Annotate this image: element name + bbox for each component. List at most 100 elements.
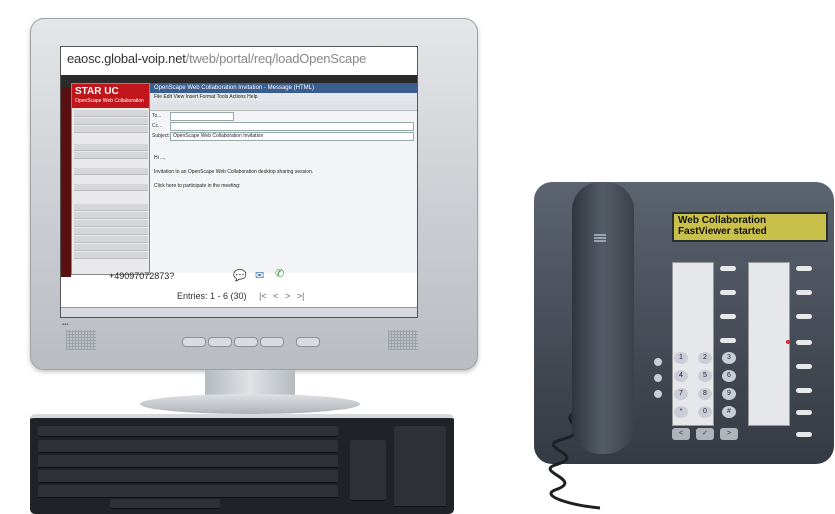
sidebar-row[interactable] <box>74 118 148 125</box>
monitor-logo: ▪▪▪ <box>62 322 69 328</box>
function-key[interactable] <box>796 364 812 369</box>
sidebar-row[interactable] <box>74 252 148 259</box>
sidebar-row[interactable] <box>74 228 148 235</box>
mail-toolbar[interactable] <box>150 101 417 111</box>
keypad-8[interactable]: 8 <box>698 388 712 400</box>
keypad-5[interactable]: 5 <box>698 370 712 382</box>
keypad-0[interactable]: 0 <box>698 406 712 418</box>
bezel-button[interactable] <box>208 337 232 347</box>
next-page-button[interactable]: > <box>285 291 290 301</box>
mail-icon[interactable]: ✉ <box>255 269 264 282</box>
number-key-row[interactable] <box>38 440 338 453</box>
keypad-hash[interactable]: # <box>722 406 736 418</box>
call-icon[interactable]: ✆ <box>275 267 284 280</box>
function-key[interactable] <box>720 266 736 271</box>
phone-display: Web Collaboration FastViewer started <box>672 212 828 242</box>
keypad-star[interactable]: * <box>674 406 688 418</box>
entries-count: Entries: 1 - 6 (30) <box>177 291 247 301</box>
navigation-keys[interactable] <box>350 440 386 501</box>
last-page-button[interactable]: >| <box>297 291 305 301</box>
bezel-button[interactable] <box>234 337 258 347</box>
url-path: /tweb/portal/req/loadOpenScape <box>185 51 367 66</box>
screen: eaosc.global-voip.net/tweb/portal/req/lo… <box>60 46 418 318</box>
volume-key[interactable] <box>654 390 662 398</box>
volume-key[interactable] <box>654 374 662 382</box>
sidebar-row[interactable] <box>74 126 148 133</box>
display-line-1: Web Collaboration <box>678 215 767 226</box>
label-strip-left <box>672 262 714 426</box>
speaker-grille-right <box>388 330 418 350</box>
contact-phone-number[interactable]: +49097072873? <box>109 271 174 281</box>
function-key[interactable] <box>720 338 736 343</box>
sidebar-row[interactable] <box>74 220 148 227</box>
bottom-key-row[interactable] <box>38 485 338 498</box>
qwerty-key-row[interactable] <box>38 455 338 468</box>
mail-greeting: Hi ..., <box>154 155 166 161</box>
function-key-row[interactable] <box>38 426 338 437</box>
numpad[interactable] <box>394 426 446 507</box>
label-strip-right <box>748 262 790 426</box>
function-key[interactable] <box>796 340 812 345</box>
sidebar-row[interactable] <box>74 204 148 211</box>
function-key[interactable] <box>796 314 812 319</box>
subject-label: Subject: <box>152 133 171 139</box>
keypad-1[interactable]: 1 <box>674 352 688 364</box>
keypad-6[interactable]: 6 <box>722 370 736 382</box>
keypad-4[interactable]: 4 <box>674 370 688 382</box>
subject-field[interactable]: OpenScape Web Collaboration Invitation <box>170 132 414 141</box>
sidebar-row[interactable] <box>74 152 148 159</box>
display-line-2: FastViewer started <box>678 226 767 237</box>
home-key-row[interactable] <box>38 470 338 483</box>
keypad-7[interactable]: 7 <box>674 388 688 400</box>
function-key[interactable] <box>796 410 812 415</box>
cc-label[interactable]: Cc... <box>152 123 162 129</box>
power-button[interactable] <box>296 337 320 347</box>
uc-sidebar-header: STAR UC OpenScape Web Collaboration <box>72 84 150 108</box>
nav-ok-button[interactable]: ✓ <box>696 428 714 440</box>
handset-speaker-icon <box>594 234 606 236</box>
function-key[interactable] <box>796 432 812 437</box>
sidebar-row[interactable] <box>74 168 148 175</box>
mail-line-1: Invitation to an OpenScape Web Collabora… <box>154 169 314 175</box>
taskbar[interactable] <box>61 307 417 317</box>
nav-right-button[interactable]: > <box>720 428 738 440</box>
mail-menubar[interactable]: File Edit View Insert Format Tools Actio… <box>150 93 417 101</box>
sidebar-row[interactable] <box>74 212 148 219</box>
mail-title: OpenScape Web Collaboration Invitation -… <box>150 83 417 93</box>
keypad-2[interactable]: 2 <box>698 352 712 364</box>
sidebar-row[interactable] <box>74 110 148 117</box>
first-page-button[interactable]: |< <box>259 291 267 301</box>
function-key[interactable] <box>796 290 812 295</box>
mail-window: OpenScape Web Collaboration Invitation -… <box>149 83 417 273</box>
keypad-3[interactable]: 3 <box>722 352 736 364</box>
to-label[interactable]: To... <box>152 113 161 119</box>
sidebar-row[interactable] <box>74 184 148 191</box>
mail-line-2: Click here to participate in the meeting… <box>154 183 241 189</box>
spacebar[interactable] <box>110 499 220 509</box>
function-key[interactable] <box>720 314 736 319</box>
uc-sidebar: STAR UC OpenScape Web Collaboration <box>71 83 151 275</box>
monitor-stand-base <box>140 394 360 414</box>
sidebar-row[interactable] <box>74 144 148 151</box>
uc-brand-sub: OpenScape Web Collaboration <box>75 98 144 104</box>
function-key[interactable] <box>720 290 736 295</box>
nav-left-button[interactable]: < <box>672 428 690 440</box>
address-bar[interactable]: eaosc.global-voip.net/tweb/portal/req/lo… <box>67 51 366 66</box>
chat-icon[interactable]: 💬 <box>233 269 247 282</box>
side-accent <box>61 87 71 277</box>
volume-key[interactable] <box>654 358 662 366</box>
handset[interactable] <box>572 182 634 454</box>
speaker-grille-left <box>66 330 96 350</box>
keypad-9[interactable]: 9 <box>722 388 736 400</box>
function-key[interactable] <box>796 266 812 271</box>
sidebar-row[interactable] <box>74 236 148 243</box>
sidebar-row[interactable] <box>74 244 148 251</box>
bezel-button[interactable] <box>260 337 284 347</box>
keyboard <box>30 414 454 514</box>
prev-page-button[interactable]: < <box>273 291 278 301</box>
bezel-button[interactable] <box>182 337 206 347</box>
status-led <box>786 340 790 344</box>
to-field[interactable] <box>170 112 234 121</box>
function-key[interactable] <box>796 388 812 393</box>
cc-field[interactable] <box>170 122 414 131</box>
